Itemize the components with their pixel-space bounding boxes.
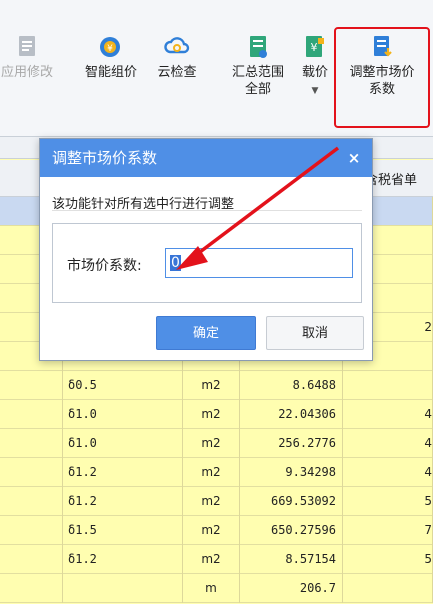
amount-cell[interactable]: 22.04306 xyxy=(240,400,343,429)
table-row[interactable]: δ1.0 m2 22.04306 4 xyxy=(0,400,433,429)
unit-cell[interactable]: m2 xyxy=(183,371,240,400)
spec-cell[interactable]: δ1.0 xyxy=(63,429,183,458)
input-selected-text: 0 xyxy=(170,255,181,271)
load-price-icon: ¥ xyxy=(306,36,324,57)
extra-cell[interactable]: 5 xyxy=(343,487,433,516)
row-cell[interactable] xyxy=(0,400,63,429)
apply-changes-button[interactable]: 应用修改 xyxy=(0,34,58,81)
table-row[interactable]: m 206.7 xyxy=(0,574,433,603)
spec-cell[interactable]: δ0.5 xyxy=(63,371,183,400)
unit-cell[interactable]: m2 xyxy=(183,458,240,487)
summary-range-label: 汇总范围 全部 xyxy=(231,65,284,97)
cloud-check-icon xyxy=(164,37,190,54)
svg-text:¥: ¥ xyxy=(311,41,318,54)
amount-cell[interactable]: 8.57154 xyxy=(240,545,343,574)
extra-cell[interactable]: 4 xyxy=(343,429,433,458)
row-cell[interactable] xyxy=(0,574,63,603)
unit-cell[interactable]: m2 xyxy=(183,487,240,516)
red-highlight-box xyxy=(334,27,430,128)
extra-cell[interactable] xyxy=(343,371,433,400)
unit-cell[interactable]: m2 xyxy=(183,429,240,458)
smart-pricing-button[interactable]: ¥ 智能组价 xyxy=(79,34,143,81)
amount-cell[interactable]: 256.2776 xyxy=(240,429,343,458)
document-edit-icon xyxy=(19,36,35,56)
row-cell[interactable] xyxy=(0,545,63,574)
spec-cell[interactable]: δ1.2 xyxy=(63,487,183,516)
row-cell[interactable] xyxy=(0,487,63,516)
svg-text:¥: ¥ xyxy=(107,44,113,54)
row-cell[interactable] xyxy=(0,429,63,458)
extra-cell[interactable]: 5 xyxy=(343,545,433,574)
table-row[interactable]: δ1.0 m2 256.2776 4 xyxy=(0,429,433,458)
amount-cell[interactable]: 206.7 xyxy=(240,574,343,603)
smart-pricing-icon: ¥ xyxy=(100,37,120,57)
spec-cell[interactable]: δ1.5 xyxy=(63,516,183,545)
extra-cell[interactable]: 7 xyxy=(343,516,433,545)
cloud-check-button[interactable]: 云检查 xyxy=(151,34,203,81)
unit-cell[interactable]: m2 xyxy=(183,516,240,545)
divider xyxy=(52,210,362,211)
ok-button[interactable]: 确定 xyxy=(156,316,256,350)
unit-cell[interactable]: m xyxy=(183,574,240,603)
unit-cell[interactable]: m2 xyxy=(183,400,240,429)
summary-range-button[interactable]: 汇总范围 全部 xyxy=(226,34,290,98)
amount-cell[interactable]: 9.34298 xyxy=(240,458,343,487)
spec-cell[interactable] xyxy=(63,574,183,603)
unit-cell[interactable]: m2 xyxy=(183,545,240,574)
dialog-title: 调整市场价系数 xyxy=(52,149,158,167)
table-row[interactable]: δ1.2 m2 9.34298 4 xyxy=(0,458,433,487)
market-price-coefficient-label: 市场价系数: xyxy=(67,258,142,274)
market-price-coefficient-input[interactable]: 0 xyxy=(165,248,353,278)
apply-changes-label: 应用修改 xyxy=(0,65,53,80)
smart-pricing-label: 智能组价 xyxy=(84,65,137,80)
table-row[interactable]: δ1.2 m2 669.53092 5 xyxy=(0,487,433,516)
field-group: 市场价系数: 0 xyxy=(52,223,362,303)
toolbar-ribbon: 应用修改 ¥ 智能组价 云检查 汇总范围 全部 ¥ 载价 ▼ 调整市场价 系数 xyxy=(0,0,433,137)
table-row[interactable]: δ1.5 m2 650.27596 7 xyxy=(0,516,433,545)
amount-cell[interactable]: 650.27596 xyxy=(240,516,343,545)
table-row[interactable]: δ0.5 m2 8.6488 xyxy=(0,371,433,400)
chevron-down-icon[interactable]: ▼ xyxy=(300,83,330,100)
spec-cell[interactable]: δ1.2 xyxy=(63,545,183,574)
close-icon[interactable]: × xyxy=(345,139,363,177)
dialog-title-bar[interactable]: 调整市场价系数 × xyxy=(40,139,372,177)
extra-cell[interactable]: 4 xyxy=(343,400,433,429)
row-cell[interactable] xyxy=(0,458,63,487)
cloud-check-label: 云检查 xyxy=(157,65,197,80)
table-row[interactable]: δ1.2 m2 8.57154 5 xyxy=(0,545,433,574)
cancel-button[interactable]: 取消 xyxy=(266,316,364,350)
extra-cell[interactable]: 4 xyxy=(343,458,433,487)
amount-cell[interactable]: 8.6488 xyxy=(240,371,343,400)
extra-cell[interactable] xyxy=(343,574,433,603)
adjust-market-price-dialog: 调整市场价系数 × 该功能针对所有选中行进行调整 市场价系数: 0 确定 取消 xyxy=(39,138,373,361)
row-cell[interactable] xyxy=(0,371,63,400)
row-cell[interactable] xyxy=(0,516,63,545)
load-price-button[interactable]: ¥ 载价 ▼ xyxy=(300,34,330,100)
amount-cell[interactable]: 669.53092 xyxy=(240,487,343,516)
summary-range-icon xyxy=(250,36,267,58)
spec-cell[interactable]: δ1.0 xyxy=(63,400,183,429)
load-price-label: 载价 xyxy=(301,65,328,80)
spec-cell[interactable]: δ1.2 xyxy=(63,458,183,487)
